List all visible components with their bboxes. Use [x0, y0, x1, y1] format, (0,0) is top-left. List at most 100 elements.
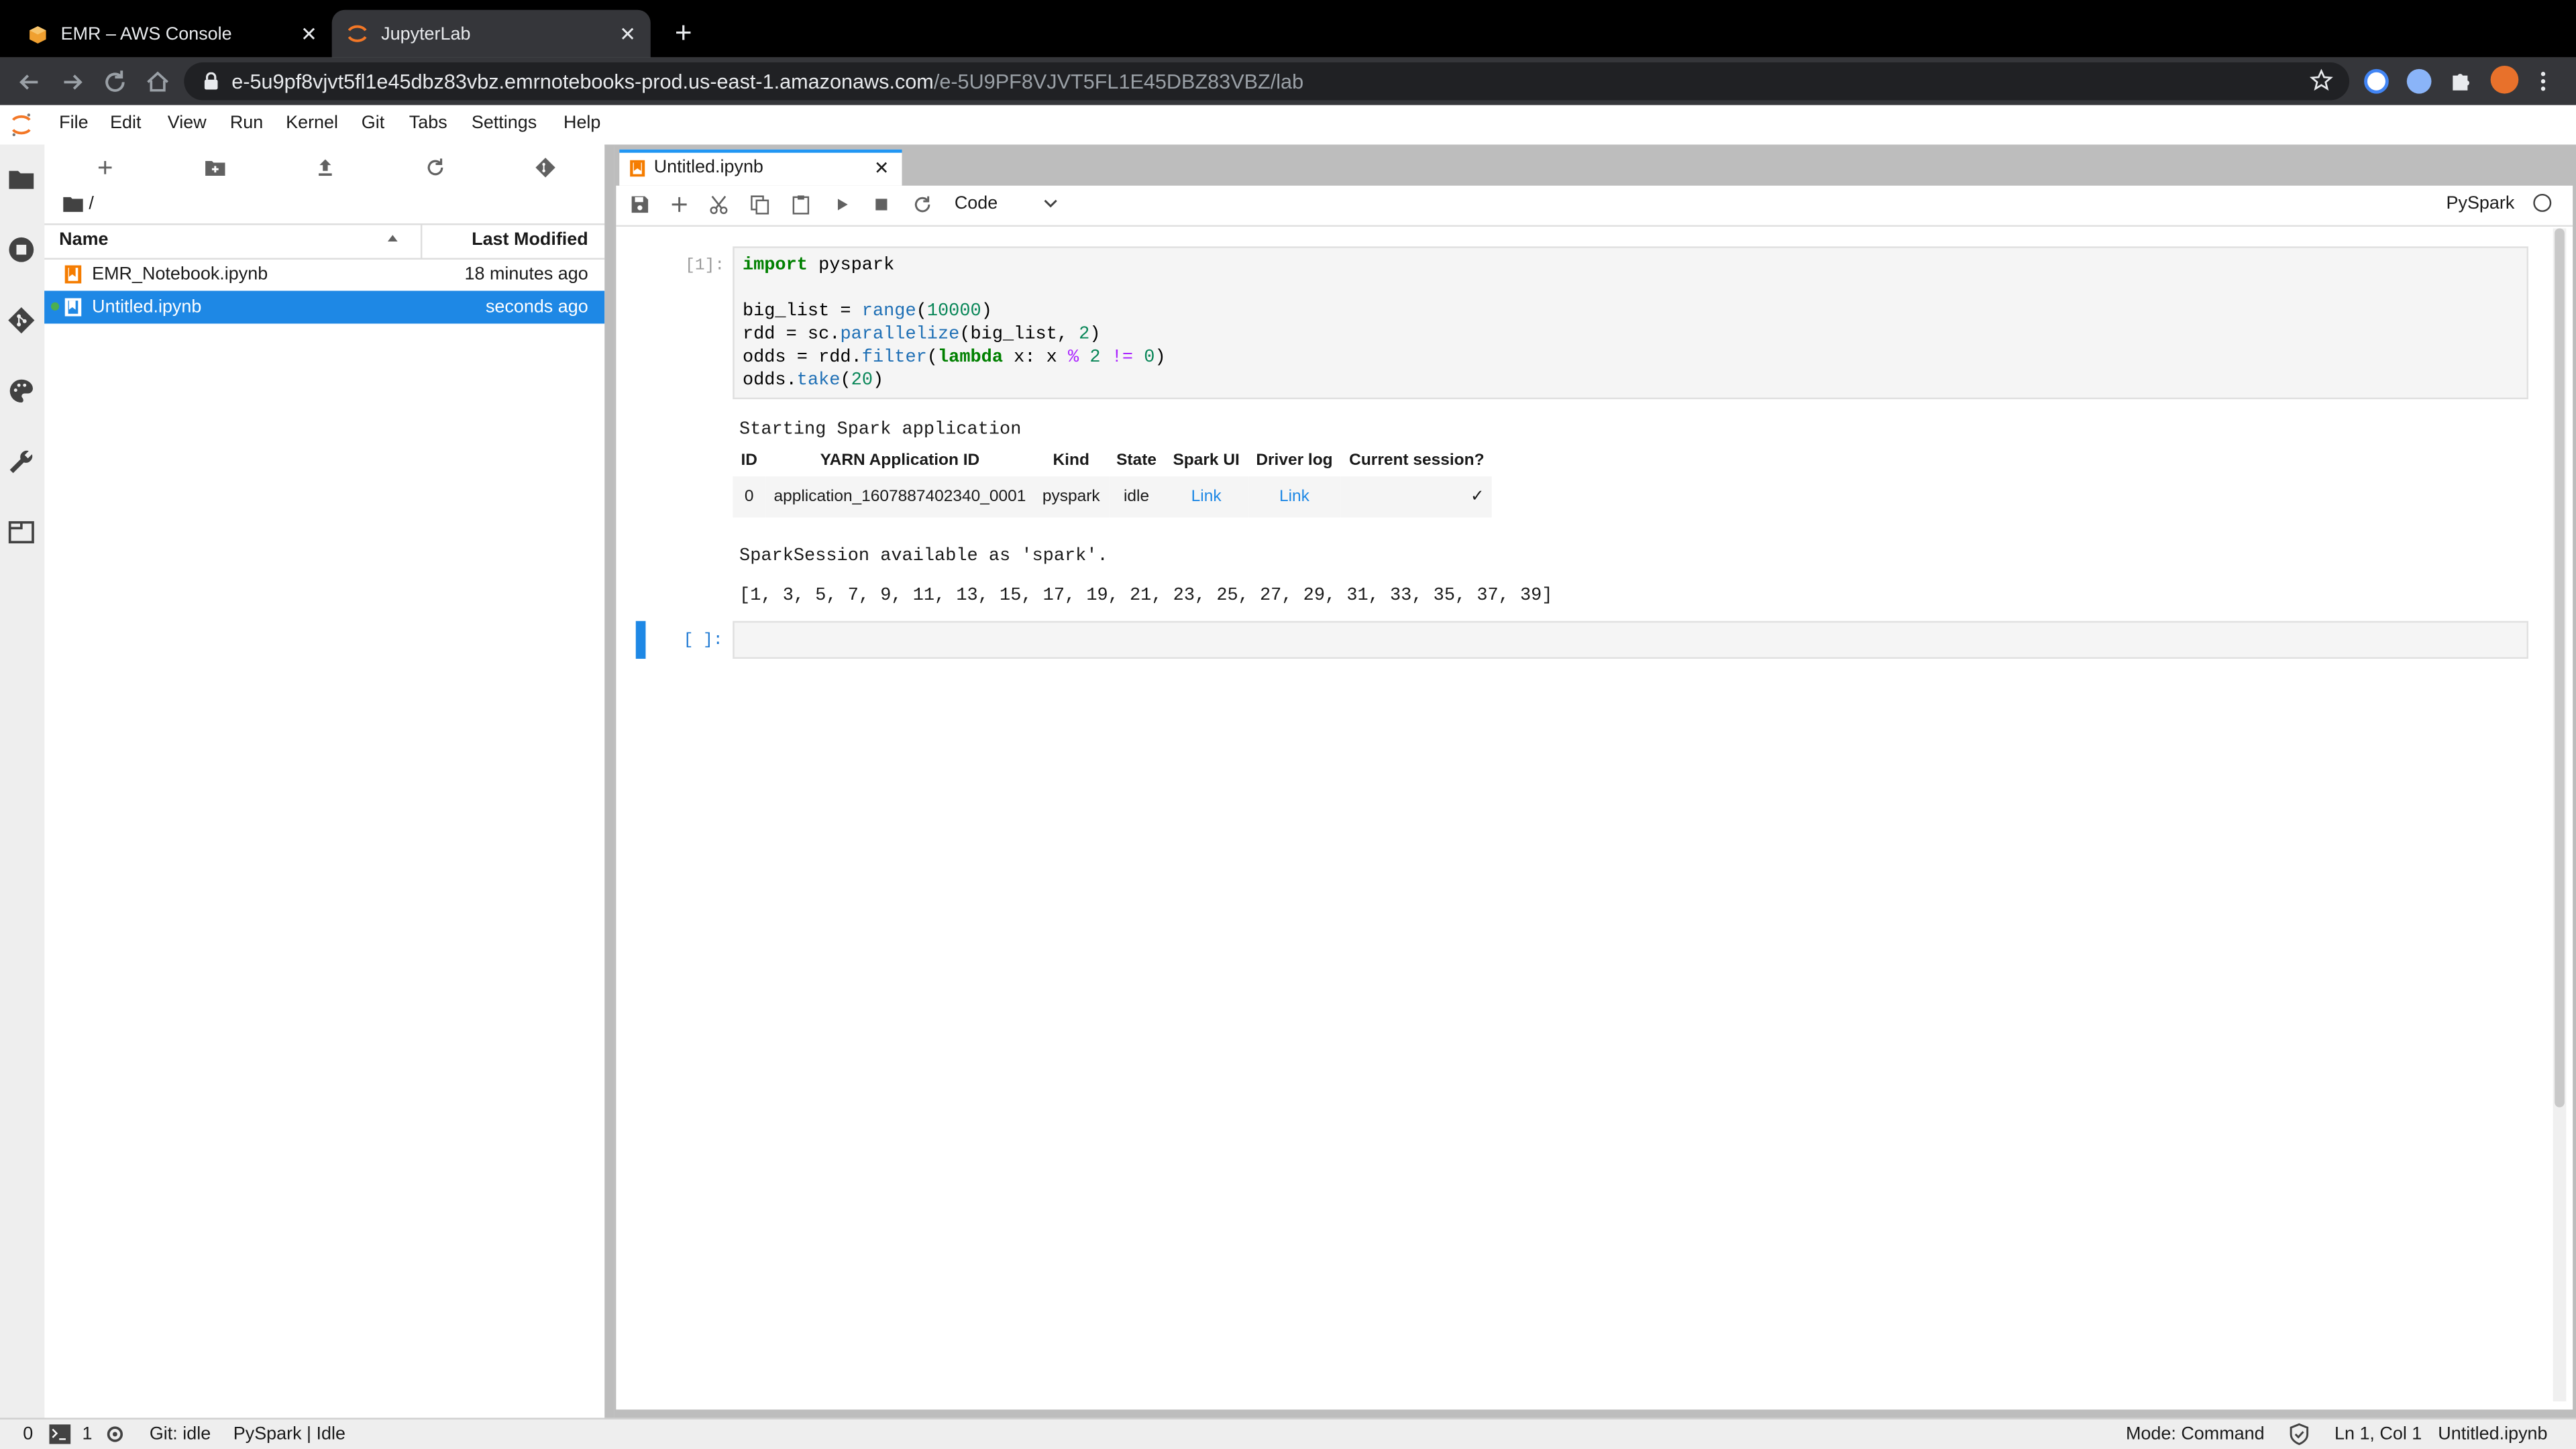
paste-icon[interactable] [790, 194, 812, 215]
menu-edit[interactable]: Edit [110, 113, 141, 133]
extension-globe-icon[interactable] [2406, 68, 2432, 94]
refresh-icon[interactable] [424, 156, 447, 179]
terminal-icon[interactable] [49, 1424, 71, 1444]
file-modified: seconds ago [485, 297, 588, 317]
table-header: Driver log [1256, 451, 1333, 470]
kernel-status[interactable]: PySpark | Idle [233, 1424, 345, 1444]
cursor-position[interactable]: Ln 1, Col 1 [2334, 1424, 2422, 1444]
jupyter-logo-icon [10, 112, 33, 138]
menu-kernel[interactable]: Kernel [286, 113, 338, 133]
copy-icon[interactable] [749, 194, 771, 215]
column-header-name[interactable]: Name [59, 230, 108, 250]
notebook-icon [64, 297, 83, 317]
spark-application-table: ID YARN Application ID Kind State Spark … [733, 445, 1493, 518]
cell-prompt: [ ]: [683, 632, 723, 651]
menu-help[interactable]: Help [564, 113, 600, 133]
close-tab-icon[interactable]: ✕ [614, 22, 641, 45]
extensions-puzzle-icon[interactable] [2449, 69, 2474, 94]
palette-icon[interactable] [7, 376, 36, 406]
browser-tab-jupyterlab[interactable]: JupyterLab ✕ [331, 9, 651, 58]
mode-indicator: Mode: Command [2125, 1424, 2265, 1444]
git-clone-icon[interactable] [534, 156, 557, 179]
restart-kernel-icon[interactable] [912, 194, 933, 215]
shield-check-icon[interactable] [2288, 1423, 2310, 1446]
file-row-selected[interactable]: Untitled.ipynb seconds ago [44, 290, 605, 324]
browser-menu-icon[interactable] [2540, 69, 2546, 94]
active-file-name: Untitled.ipynb [2438, 1424, 2548, 1444]
tab-title: Untitled.ipynb [653, 158, 763, 178]
table-header: Kind [1053, 451, 1089, 470]
menu-settings[interactable]: Settings [472, 113, 537, 133]
table-header: YARN Application ID [820, 451, 980, 470]
notebook-panel: Code PySpark [1]: import pyspark big_lis… [616, 185, 2573, 1410]
close-tab-icon[interactable]: ✕ [296, 22, 322, 45]
back-icon[interactable] [13, 66, 46, 99]
table-cell: idle [1108, 476, 1165, 518]
insert-cell-icon[interactable] [669, 194, 690, 215]
folder-icon[interactable] [62, 195, 84, 213]
cell-type-select[interactable]: Code [955, 194, 1057, 213]
new-tab-button[interactable]: + [667, 16, 700, 49]
kernel-gear-icon[interactable] [105, 1424, 125, 1444]
address-bar[interactable]: e-5u9pf8vjvt5fl1e45dbz83vbz.emrnotebooks… [184, 62, 2350, 101]
notebook-icon [629, 160, 645, 178]
scrollbar-thumb[interactable] [2555, 228, 2565, 1108]
tab-untitled-notebook[interactable]: Untitled.ipynb ✕ [619, 149, 902, 186]
driver-log-link[interactable]: Link [1248, 476, 1341, 518]
code-cell-input[interactable]: import pyspark big_list = range(10000) r… [733, 246, 2528, 400]
table-cell: application_1607887402340_0001 [765, 476, 1034, 518]
cell-prompt: [1]: [685, 258, 725, 276]
home-icon[interactable] [142, 66, 174, 99]
url-text: e-5u9pf8vjvt5fl1e45dbz83vbz.emrnotebooks… [231, 70, 1303, 93]
run-icon[interactable] [831, 194, 853, 215]
aws-box-icon [28, 24, 48, 44]
notebook-toolbar: Code PySpark [616, 186, 2573, 227]
profile-avatar[interactable] [2490, 65, 2519, 94]
status-zero: 0 [23, 1424, 34, 1444]
spark-ui-link[interactable]: Link [1165, 476, 1248, 518]
lock-icon [204, 72, 219, 91]
forward-icon[interactable] [56, 66, 89, 99]
new-launcher-icon[interactable] [94, 156, 117, 179]
breadcrumb-root[interactable]: / [89, 194, 94, 213]
kernel-name[interactable]: PySpark [2447, 194, 2515, 213]
browser-tab-title: EMR – AWS Console [60, 23, 232, 44]
running-kernels-icon[interactable] [7, 235, 36, 264]
browser-tab-title: JupyterLab [381, 23, 471, 44]
running-indicator [50, 302, 60, 311]
git-status[interactable]: Git: idle [150, 1424, 211, 1444]
current-session-check: ✓ [1340, 476, 1493, 518]
menu-tabs[interactable]: Tabs [409, 113, 447, 133]
scrollbar-track[interactable] [2553, 228, 2567, 1401]
bookmark-star-icon[interactable] [2310, 68, 2333, 92]
git-icon[interactable] [7, 306, 36, 335]
browser-toolbar: e-5u9pf8vjvt5fl1e45dbz83vbz.emrnotebooks… [0, 57, 2576, 105]
menu-git[interactable]: Git [362, 113, 384, 133]
tabs-icon[interactable] [7, 517, 36, 547]
extension-colorful-icon[interactable] [2364, 68, 2389, 94]
chevron-down-icon [1043, 199, 1058, 209]
output-result: [1, 3, 5, 7, 9, 11, 13, 15, 17, 19, 21, … [739, 586, 1553, 606]
file-row[interactable]: EMR_Notebook.ipynb 18 minutes ago [44, 258, 604, 290]
save-icon[interactable] [629, 194, 651, 215]
close-tab-icon[interactable]: ✕ [874, 158, 890, 179]
sort-caret-icon[interactable] [386, 231, 400, 245]
table-header: ID [741, 451, 757, 470]
browser-tab-emr[interactable]: EMR – AWS Console ✕ [13, 10, 332, 58]
status-one: 1 [82, 1424, 93, 1444]
folder-icon[interactable] [7, 164, 36, 194]
wrench-icon[interactable] [7, 447, 36, 476]
panel-splitter[interactable] [604, 144, 614, 1418]
menu-file[interactable]: File [59, 113, 88, 133]
cut-icon[interactable] [708, 194, 730, 215]
column-header-modified[interactable]: Last Modified [472, 230, 588, 250]
menu-view[interactable]: View [168, 113, 207, 133]
code-cell-input-empty[interactable] [733, 621, 2528, 659]
file-list-header: Name Last Modified [44, 223, 605, 260]
stop-icon[interactable] [871, 194, 892, 215]
active-cell-marker [635, 621, 646, 659]
upload-icon[interactable] [314, 156, 337, 179]
new-folder-icon[interactable] [204, 156, 227, 179]
reload-icon[interactable] [99, 66, 131, 99]
menu-run[interactable]: Run [230, 113, 263, 133]
